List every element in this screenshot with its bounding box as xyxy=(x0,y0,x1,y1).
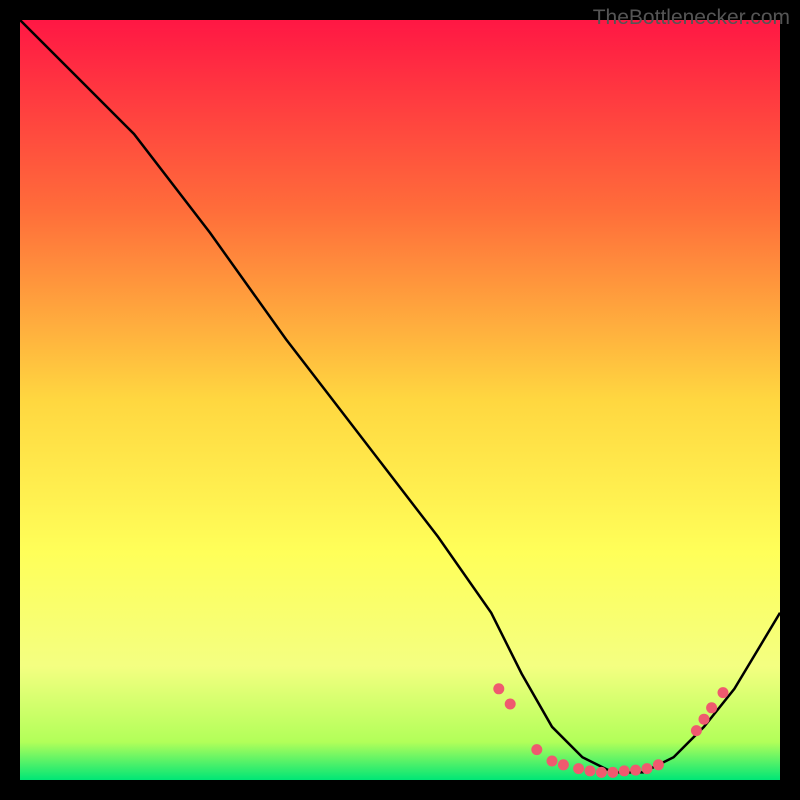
data-point xyxy=(585,765,596,776)
chart-svg xyxy=(20,20,780,780)
data-point xyxy=(573,763,584,774)
data-point xyxy=(706,702,717,713)
data-point xyxy=(558,759,569,770)
data-point xyxy=(630,765,641,776)
data-point xyxy=(619,765,630,776)
data-point xyxy=(653,759,664,770)
data-point xyxy=(607,767,618,778)
data-point xyxy=(718,687,729,698)
data-point xyxy=(547,756,558,767)
plot-area xyxy=(20,20,780,780)
data-point xyxy=(642,763,653,774)
data-point xyxy=(699,714,710,725)
watermark-text: TheBottlenecker.com xyxy=(593,6,790,30)
data-point xyxy=(691,725,702,736)
data-point xyxy=(493,683,504,694)
data-point xyxy=(596,767,607,778)
data-point xyxy=(505,699,516,710)
chart-container: TheBottlenecker.com xyxy=(0,0,800,800)
data-point xyxy=(531,744,542,755)
